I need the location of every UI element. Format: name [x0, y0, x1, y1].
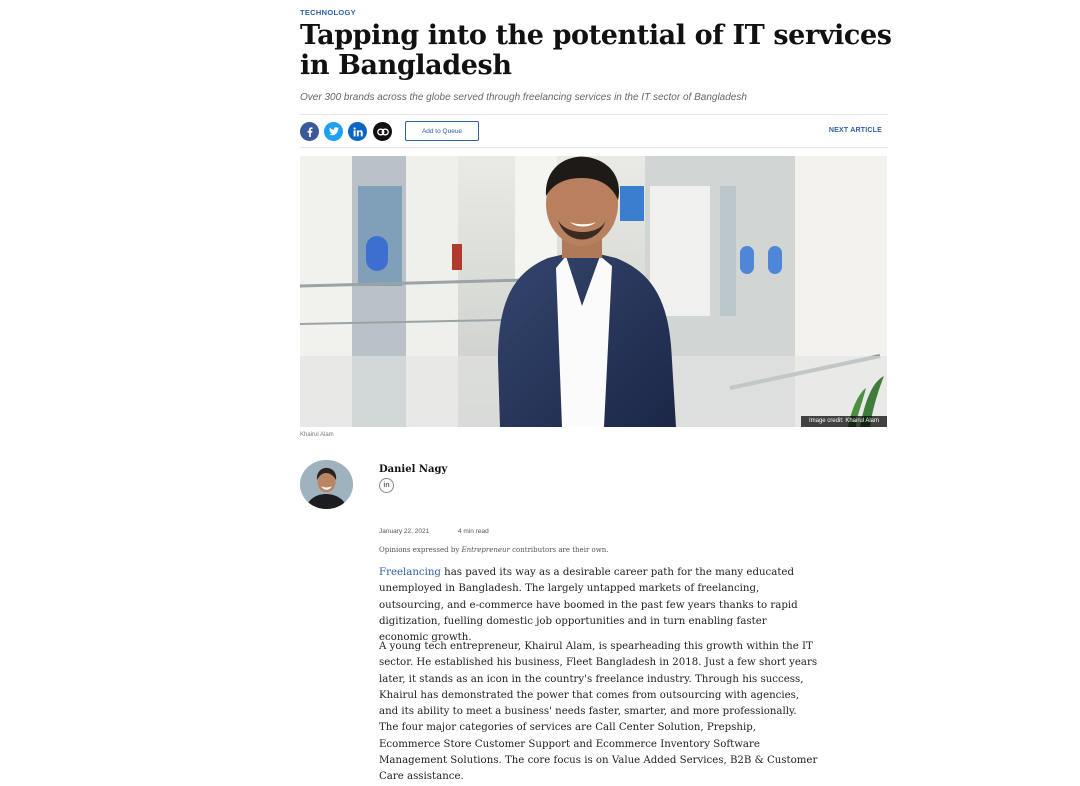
linkedin-icon: in [383, 482, 390, 489]
hero-photo [300, 156, 887, 427]
publish-date: January 22, 2021 [379, 528, 430, 535]
avatar-photo [300, 460, 353, 509]
add-to-queue-button[interactable]: Add to Queue [405, 121, 479, 141]
author-avatar[interactable] [300, 460, 353, 509]
article-paragraph-2: A young tech entrepreneur, Khairul Alam,… [379, 641, 818, 783]
next-article-link[interactable]: NEXT ARTICLE [812, 127, 882, 134]
link-icon [376, 128, 389, 135]
image-caption: Khairul Alam [300, 432, 334, 438]
twitter-icon [328, 127, 339, 136]
author-linkedin-button[interactable]: in [379, 478, 394, 493]
opinion-disclaimer: Opinions expressed by Entrepreneur contr… [379, 546, 608, 554]
hero-image: Image credit: Khairul Alam [300, 156, 887, 427]
facebook-icon [307, 126, 312, 137]
copy-link-button[interactable] [373, 122, 392, 141]
disclaimer-text-start: Opinions expressed by [379, 546, 462, 554]
facebook-share-button[interactable] [300, 122, 319, 141]
disclaimer-text-end: contributors are their own. [509, 546, 609, 554]
twitter-share-button[interactable] [324, 122, 343, 141]
paragraph-1-text: has paved its way as a desirable career … [379, 567, 798, 644]
article-subtitle: Over 300 brands across the globe served … [300, 92, 747, 103]
freelancing-link[interactable]: Freelancing [379, 567, 441, 578]
linkedin-share-button[interactable] [348, 122, 367, 141]
read-time: 4 min read [458, 528, 489, 535]
article-paragraph-1: Freelancing has paved its way as a desir… [379, 565, 819, 646]
author-name[interactable]: Daniel Nagy [379, 464, 447, 475]
image-credit: Image credit: Khairul Alam [800, 416, 887, 427]
linkedin-icon [353, 126, 363, 136]
divider-top [300, 114, 888, 115]
disclaimer-brand: Entrepreneur [461, 546, 510, 554]
divider-bottom [300, 147, 888, 148]
article-title: Tapping into the potential of IT service… [300, 20, 892, 81]
category-label[interactable]: TECHNOLOGY [300, 8, 356, 17]
